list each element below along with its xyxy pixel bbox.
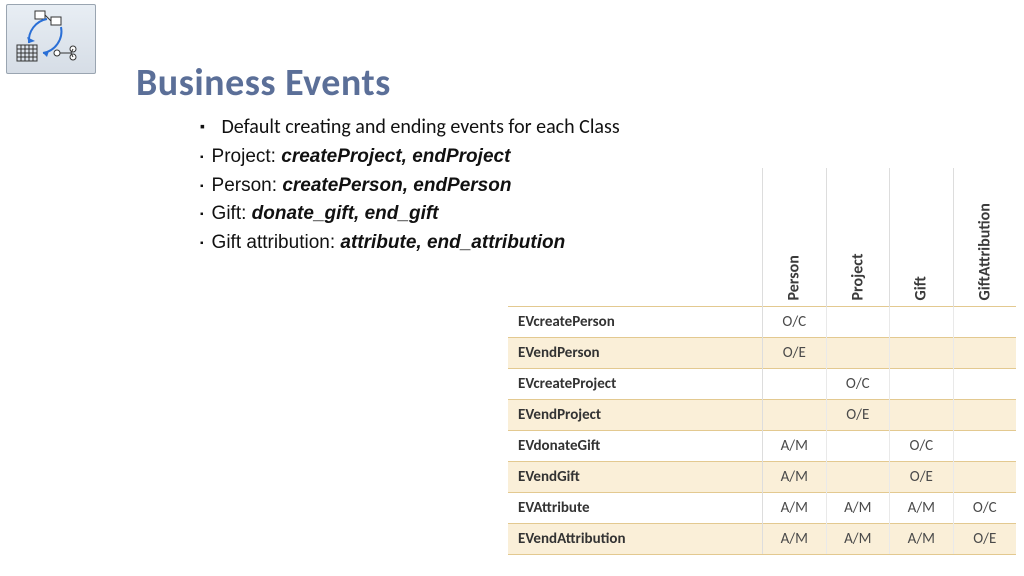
- sub-bullet-label: Project:: [212, 146, 282, 167]
- matrix-cell: O/E: [826, 400, 890, 431]
- matrix-cell: A/M: [763, 524, 827, 555]
- main-bullet-text: Default creating and ending events for e…: [222, 115, 620, 139]
- row-label: EVcreateProject: [508, 369, 763, 400]
- matrix-cell: O/E: [953, 524, 1016, 555]
- matrix-cell: A/M: [890, 524, 954, 555]
- matrix-cell: [826, 431, 890, 462]
- table-row: EVcreatePersonO/C: [508, 307, 1016, 338]
- matrix-cell: [763, 369, 827, 400]
- matrix-cell: [826, 462, 890, 493]
- sub-bullet-label: Person:: [212, 175, 283, 196]
- matrix-cell: [953, 462, 1016, 493]
- matrix-cell: A/M: [763, 462, 827, 493]
- table-row: EVAttributeA/MA/MA/MO/C: [508, 493, 1016, 524]
- sub-bullet-label: Gift attribution:: [212, 232, 341, 253]
- column-header: Project: [826, 168, 890, 307]
- matrix-cell: [953, 369, 1016, 400]
- matrix-cell: [890, 338, 954, 369]
- event-matrix-table: PersonProjectGiftGiftAttribution EVcreat…: [508, 168, 1016, 555]
- sub-bullet-events: createPerson, endPerson: [282, 175, 511, 196]
- matrix-cell: A/M: [763, 493, 827, 524]
- table-row: EVendGiftA/M O/E: [508, 462, 1016, 493]
- column-header: GiftAttribution: [953, 168, 1016, 307]
- table-row: EVendProject O/E: [508, 400, 1016, 431]
- matrix-cell: [953, 307, 1016, 338]
- matrix-cell: O/C: [826, 369, 890, 400]
- matrix-cell: [763, 400, 827, 431]
- matrix-cell: [890, 369, 954, 400]
- column-header: Gift: [890, 168, 954, 307]
- matrix-cell: O/C: [763, 307, 827, 338]
- matrix-cell: [953, 400, 1016, 431]
- matrix-cell: [953, 431, 1016, 462]
- matrix-cell: A/M: [826, 524, 890, 555]
- table-row: EVendPersonO/E: [508, 338, 1016, 369]
- row-label: EVcreatePerson: [508, 307, 763, 338]
- sub-bullet-events: createProject, endProject: [281, 146, 510, 167]
- row-label: EVAttribute: [508, 493, 763, 524]
- table-row: EVendAttributionA/MA/MA/MO/E: [508, 524, 1016, 555]
- row-label: EVendGift: [508, 462, 763, 493]
- row-label: EVdonateGift: [508, 431, 763, 462]
- sub-bullet-label: Gift:: [212, 203, 252, 224]
- matrix-cell: A/M: [826, 493, 890, 524]
- matrix-cell: O/E: [890, 462, 954, 493]
- row-label: EVendProject: [508, 400, 763, 431]
- column-header: Person: [763, 168, 827, 307]
- sub-bullet-events: donate_gift, end_gift: [252, 203, 439, 224]
- matrix-cell: [826, 307, 890, 338]
- diagram-icon: [6, 4, 96, 74]
- row-label: EVendAttribution: [508, 524, 763, 555]
- matrix-cell: [953, 338, 1016, 369]
- matrix-cell: O/E: [763, 338, 827, 369]
- table-row: EVdonateGiftA/M O/C: [508, 431, 1016, 462]
- matrix-cell: A/M: [763, 431, 827, 462]
- table-row: EVcreateProject O/C: [508, 369, 1016, 400]
- matrix-cell: [826, 338, 890, 369]
- row-label: EVendPerson: [508, 338, 763, 369]
- matrix-cell: [890, 307, 954, 338]
- page-title: Business Events: [136, 60, 391, 106]
- matrix-cell: [890, 400, 954, 431]
- matrix-cell: O/C: [953, 493, 1016, 524]
- matrix-cell: A/M: [890, 493, 954, 524]
- matrix-cell: O/C: [890, 431, 954, 462]
